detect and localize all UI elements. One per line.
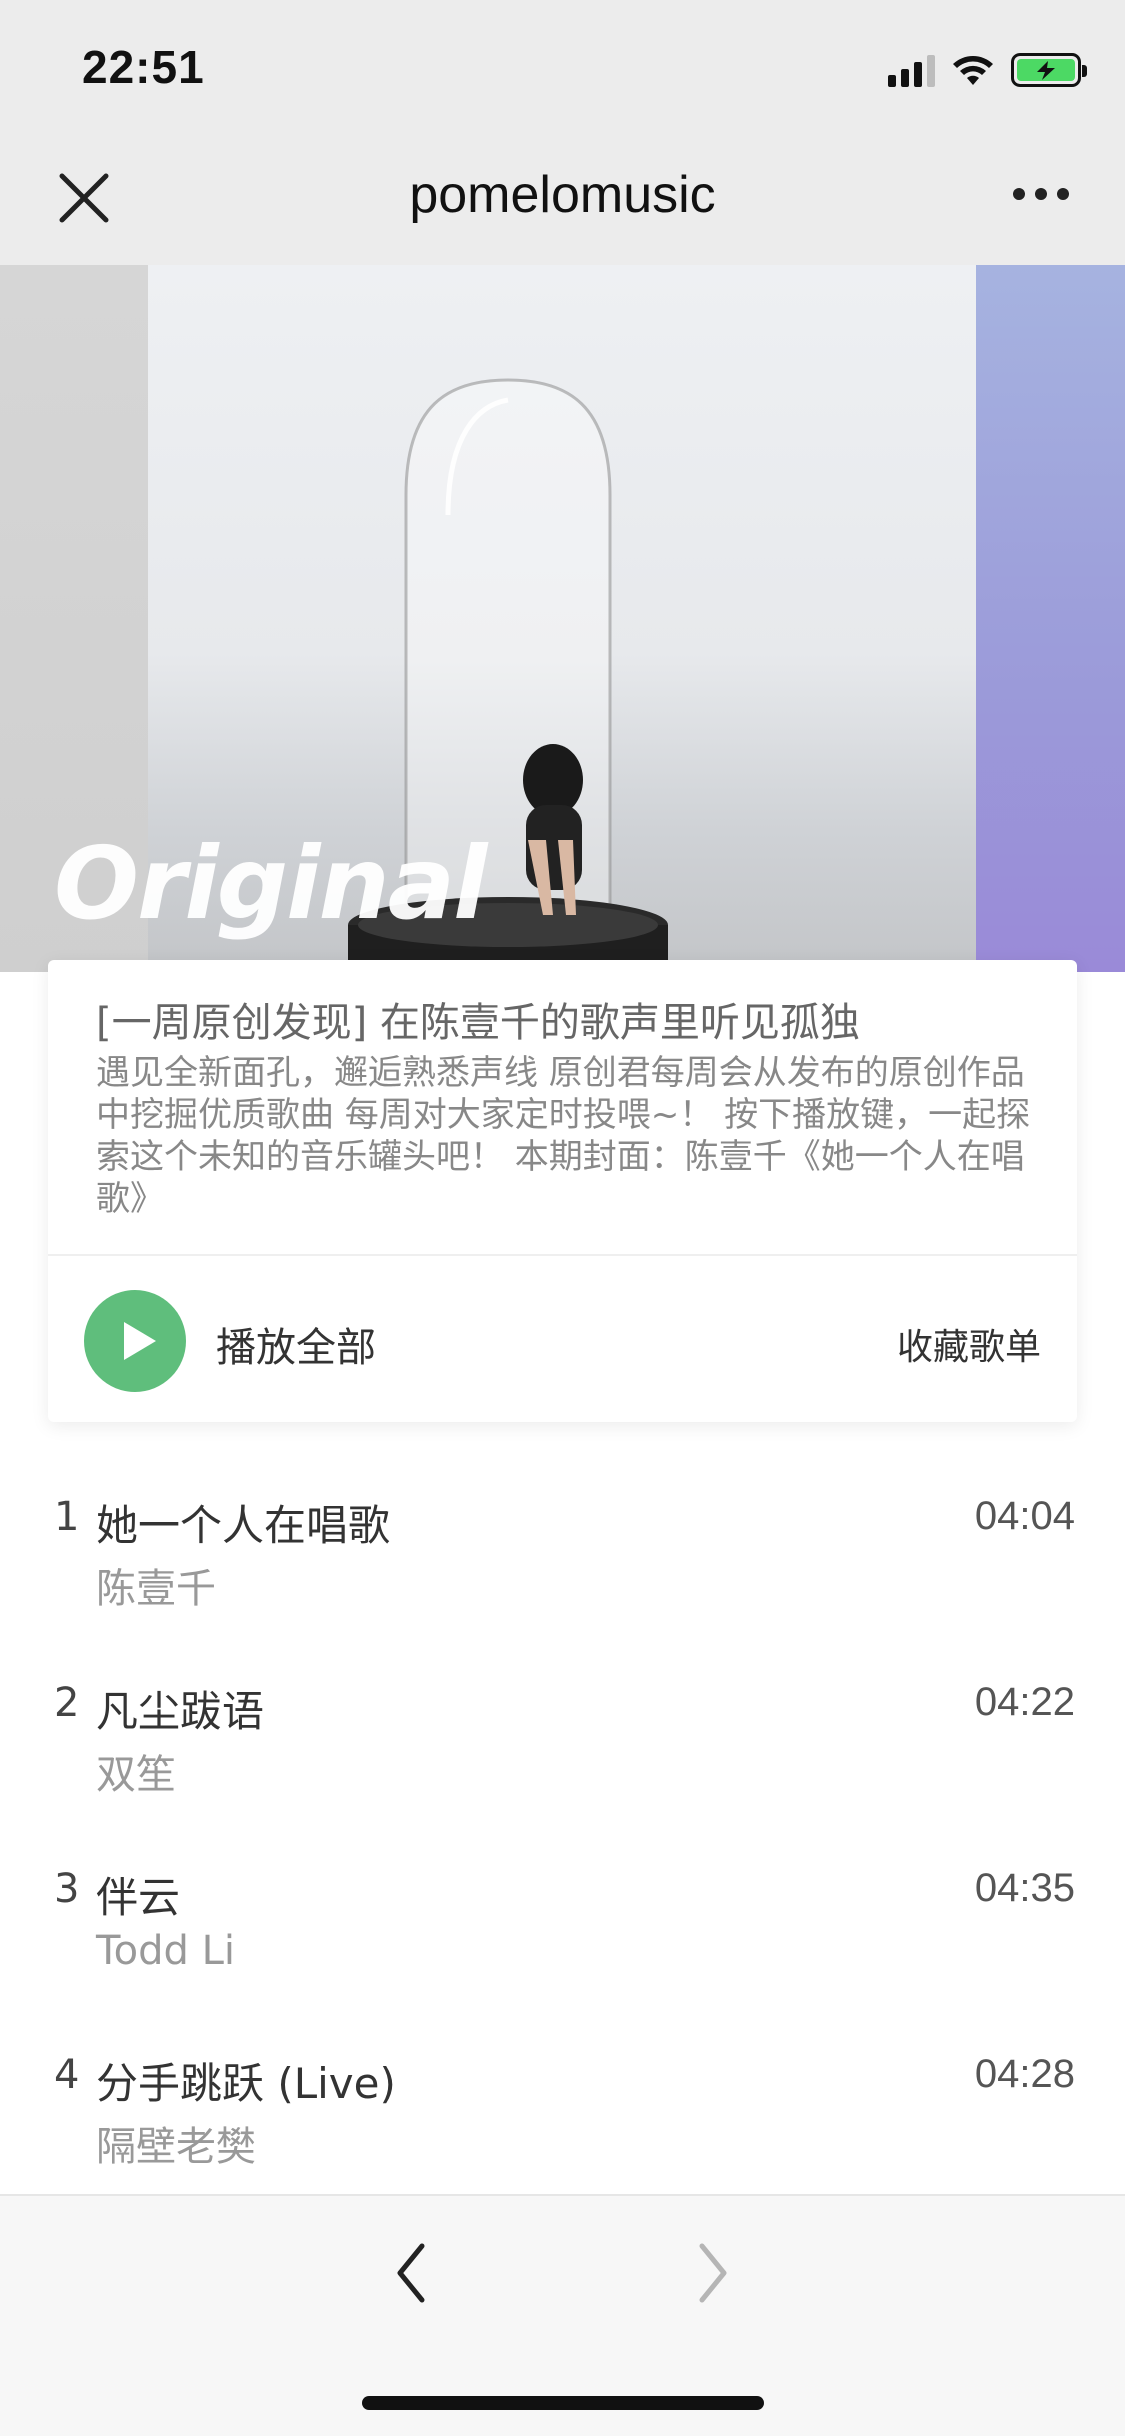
track-list: 1 她一个人在唱歌 陈壹千 04:04 2 凡尘跋语 双笙 04:22 3 伴云… <box>0 1480 1125 2224</box>
signal-icon <box>888 53 935 87</box>
track-duration: 04:04 <box>974 1494 1075 1538</box>
wifi-icon <box>953 56 993 85</box>
track-duration: 04:22 <box>974 1680 1075 1724</box>
track-row[interactable]: 1 她一个人在唱歌 陈壹千 04:04 <box>0 1480 1125 1666</box>
playlist-info-card: [一周原创发现] 在陈壹千的歌声里听见孤独 遇见全新面孔，邂逅熟悉声线 原创君每… <box>48 960 1077 1422</box>
chevron-right-icon[interactable] <box>692 2238 732 2308</box>
playlist-cover: Original <box>0 265 1125 972</box>
track-title: 她一个人在唱歌 <box>96 1501 391 1550</box>
bottom-nav-bar <box>0 2194 1125 2436</box>
play-all-icon[interactable] <box>84 1290 186 1392</box>
status-time: 22:51 <box>82 41 205 93</box>
top-bar: 22:51 pomelomusic <box>0 0 1125 265</box>
status-icons <box>888 50 1087 90</box>
track-title: 凡尘跋语 <box>96 1687 265 1736</box>
playlist-title: [一周原创发现] 在陈壹千的歌声里听见孤独 <box>96 1000 860 1046</box>
play-all-button[interactable]: 播放全部 <box>216 1315 376 1373</box>
cover-overlay-text: Original <box>54 825 487 942</box>
track-artist: 双笙 <box>96 1752 176 1798</box>
playlist-description: 遇见全新面孔，邂逅熟悉声线 原创君每周会从发布的原创作品中挖掘优质歌曲 每周对大… <box>96 1053 1031 1219</box>
track-row[interactable]: 2 凡尘跋语 双笙 04:22 <box>0 1666 1125 1852</box>
track-row[interactable]: 3 伴云 Todd Li 04:35 <box>0 1852 1125 2038</box>
track-number: 2 <box>54 1680 80 1726</box>
track-number: 1 <box>54 1494 80 1540</box>
battery-charging-icon <box>1011 53 1087 87</box>
collect-playlist-button[interactable]: 收藏歌单 <box>897 1318 1041 1370</box>
track-number: 3 <box>54 1866 80 1912</box>
track-artist: 隔壁老樊 <box>96 2124 256 2170</box>
divider <box>48 1254 1077 1256</box>
track-title: 分手跳跃 (Live) <box>96 2059 396 2108</box>
home-indicator[interactable] <box>362 2396 764 2410</box>
track-artist: Todd Li <box>96 1928 236 1974</box>
more-icon[interactable] <box>1013 188 1069 200</box>
track-duration: 04:35 <box>974 1866 1075 1910</box>
track-title: 伴云 <box>96 1873 181 1922</box>
chevron-left-icon[interactable] <box>392 2238 432 2308</box>
track-number: 4 <box>54 2052 80 2098</box>
page-title: pomelomusic <box>409 166 716 224</box>
track-duration: 04:28 <box>974 2052 1075 2096</box>
track-artist: 陈壹千 <box>96 1566 216 1612</box>
